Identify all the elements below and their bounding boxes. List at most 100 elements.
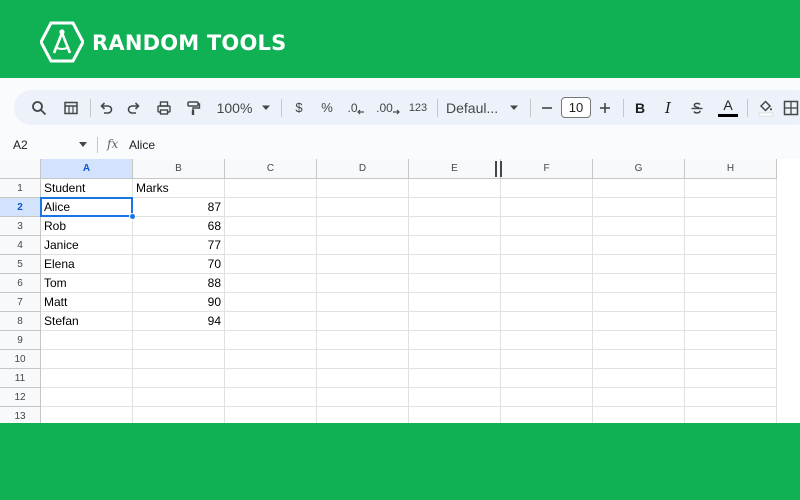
column-header-h[interactable]: H: [685, 159, 777, 179]
cell-f1[interactable]: [501, 179, 593, 198]
row-header-5[interactable]: 5: [0, 255, 41, 274]
cell-c4[interactable]: [225, 236, 317, 255]
cell-d10[interactable]: [317, 350, 409, 369]
zoom-caret-icon[interactable]: [259, 90, 273, 125]
row-header-8[interactable]: 8: [0, 312, 41, 331]
cell-d12[interactable]: [317, 388, 409, 407]
cell-e8[interactable]: [409, 312, 501, 331]
cell-f6[interactable]: [501, 274, 593, 293]
cell-d7[interactable]: [317, 293, 409, 312]
font-caret-icon[interactable]: [507, 90, 521, 125]
cell-a4[interactable]: Janice: [41, 236, 133, 255]
cell-e3[interactable]: [409, 217, 501, 236]
column-header-d[interactable]: D: [317, 159, 409, 179]
cell-e6[interactable]: [409, 274, 501, 293]
cell-a7[interactable]: Matt: [41, 293, 133, 312]
cell-e2[interactable]: [409, 198, 501, 217]
cell-d3[interactable]: [317, 217, 409, 236]
cell-f8[interactable]: [501, 312, 593, 331]
cell-f10[interactable]: [501, 350, 593, 369]
cell-b8[interactable]: 94: [133, 312, 225, 331]
column-header-e[interactable]: E: [409, 159, 501, 179]
cell-c12[interactable]: [225, 388, 317, 407]
cell-f5[interactable]: [501, 255, 593, 274]
cell-h3[interactable]: [685, 217, 777, 236]
text-color-button[interactable]: A: [715, 90, 741, 125]
cell-b10[interactable]: [133, 350, 225, 369]
cell-b2[interactable]: 87: [133, 198, 225, 217]
cell-b12[interactable]: [133, 388, 225, 407]
cell-h1[interactable]: [685, 179, 777, 198]
increase-decimal-button[interactable]: .00: [374, 90, 402, 125]
cell-a13[interactable]: [41, 407, 133, 423]
cell-f13[interactable]: [501, 407, 593, 423]
cell-e9[interactable]: [409, 331, 501, 350]
cell-b13[interactable]: [133, 407, 225, 423]
cell-f12[interactable]: [501, 388, 593, 407]
cell-a12[interactable]: [41, 388, 133, 407]
cell-h12[interactable]: [685, 388, 777, 407]
cell-e12[interactable]: [409, 388, 501, 407]
cell-b5[interactable]: 70: [133, 255, 225, 274]
search-menus-icon[interactable]: [26, 90, 52, 125]
cell-h2[interactable]: [685, 198, 777, 217]
column-header-c[interactable]: C: [225, 159, 317, 179]
fill-color-icon[interactable]: [753, 90, 779, 125]
cell-g10[interactable]: [593, 350, 685, 369]
cell-h4[interactable]: [685, 236, 777, 255]
freeze-column-handle[interactable]: [500, 161, 502, 177]
cell-f9[interactable]: [501, 331, 593, 350]
row-header-10[interactable]: 10: [0, 350, 41, 369]
row-header-11[interactable]: 11: [0, 369, 41, 388]
cell-e1[interactable]: [409, 179, 501, 198]
cell-b3[interactable]: 68: [133, 217, 225, 236]
cell-a6[interactable]: Tom: [41, 274, 133, 293]
cell-d5[interactable]: [317, 255, 409, 274]
row-header-6[interactable]: 6: [0, 274, 41, 293]
print-icon[interactable]: [151, 90, 177, 125]
cell-a5[interactable]: Elena: [41, 255, 133, 274]
cell-c5[interactable]: [225, 255, 317, 274]
cell-g8[interactable]: [593, 312, 685, 331]
cell-a8[interactable]: Stefan: [41, 312, 133, 331]
font-size-input[interactable]: 10: [561, 97, 591, 118]
cell-g5[interactable]: [593, 255, 685, 274]
cell-a3[interactable]: Rob: [41, 217, 133, 236]
strikethrough-icon[interactable]: [685, 90, 709, 125]
cell-h13[interactable]: [685, 407, 777, 423]
cell-d8[interactable]: [317, 312, 409, 331]
cell-c7[interactable]: [225, 293, 317, 312]
cell-f7[interactable]: [501, 293, 593, 312]
cell-c1[interactable]: [225, 179, 317, 198]
cell-d9[interactable]: [317, 331, 409, 350]
freeze-column-handle[interactable]: [495, 161, 497, 177]
cell-d13[interactable]: [317, 407, 409, 423]
column-header-b[interactable]: B: [133, 159, 225, 179]
cell-e10[interactable]: [409, 350, 501, 369]
row-header-13[interactable]: 13: [0, 407, 41, 423]
cell-a1[interactable]: Student: [41, 179, 133, 198]
column-header-f[interactable]: F: [501, 159, 593, 179]
cell-c10[interactable]: [225, 350, 317, 369]
cell-d1[interactable]: [317, 179, 409, 198]
filter-table-icon[interactable]: [58, 90, 84, 125]
cell-b11[interactable]: [133, 369, 225, 388]
cell-g1[interactable]: [593, 179, 685, 198]
cell-e4[interactable]: [409, 236, 501, 255]
row-header-1[interactable]: 1: [0, 179, 41, 198]
paint-format-icon[interactable]: [180, 90, 206, 125]
cell-h5[interactable]: [685, 255, 777, 274]
cell-c8[interactable]: [225, 312, 317, 331]
row-header-7[interactable]: 7: [0, 293, 41, 312]
increase-font-size-icon[interactable]: [595, 90, 615, 125]
cell-h10[interactable]: [685, 350, 777, 369]
cell-f4[interactable]: [501, 236, 593, 255]
percent-format-button[interactable]: %: [316, 90, 338, 125]
name-box-caret-icon[interactable]: [79, 142, 87, 147]
cell-c11[interactable]: [225, 369, 317, 388]
cell-e13[interactable]: [409, 407, 501, 423]
decrease-font-size-icon[interactable]: [537, 90, 557, 125]
fill-handle[interactable]: [129, 213, 136, 220]
column-header-g[interactable]: G: [593, 159, 685, 179]
cell-g11[interactable]: [593, 369, 685, 388]
